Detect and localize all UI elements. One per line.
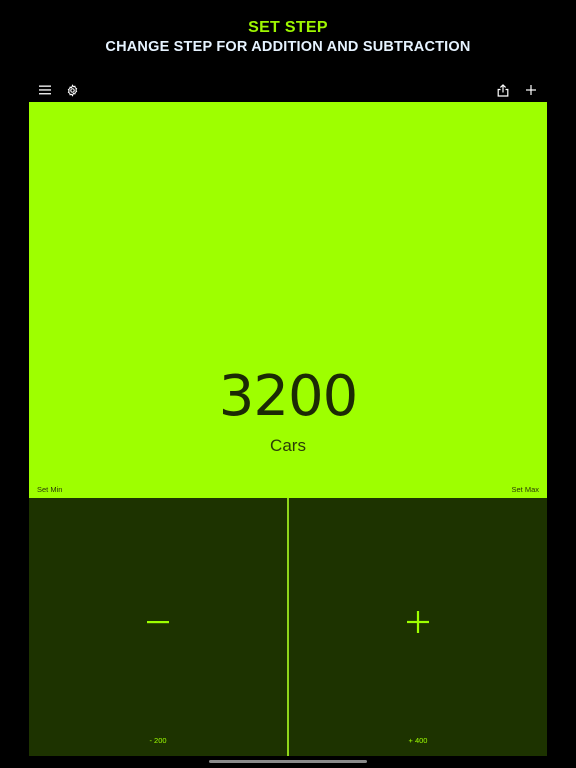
count-label: Cars [270,436,306,455]
counter-controls: - 200 + 400 [29,498,547,756]
set-min-button[interactable]: Set Min [37,485,62,494]
set-max-button[interactable]: Set Max [511,485,539,494]
promo-subtitle: CHANGE STEP FOR ADDITION AND SUBTRACTION [105,39,471,55]
promo-title: SET STEP [248,19,328,36]
count-value: 3200 [218,364,359,429]
increment-step-label: + 400 [408,736,428,745]
plus-icon [289,606,547,638]
hamburger-menu-icon[interactable] [35,80,55,100]
minus-icon [29,606,287,638]
decrement-button[interactable]: - 200 [29,498,287,756]
decrement-step-label: - 200 [149,736,167,745]
share-icon[interactable] [493,80,513,100]
gear-icon[interactable] [62,80,82,100]
increment-button[interactable]: + 400 [289,498,547,756]
counter-display[interactable]: 3200 Cars Set Min Set Max [29,102,547,498]
plus-icon[interactable] [521,80,541,100]
home-indicator[interactable] [209,760,367,763]
toolbar [29,78,547,102]
screen: SET STEP CHANGE STEP FOR ADDITION AND SU… [0,0,576,768]
